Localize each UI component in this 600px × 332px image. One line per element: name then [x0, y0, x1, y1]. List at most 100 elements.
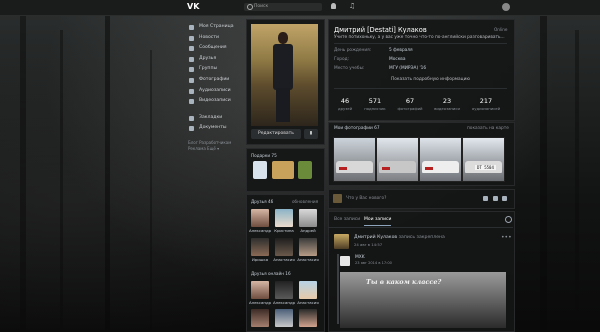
friend-avatar [275, 238, 293, 256]
camera-icon[interactable] [483, 196, 488, 201]
show-on-map-link[interactable]: показать на карте [467, 126, 509, 131]
groups-icon [189, 67, 194, 73]
repost-source-avatar[interactable] [340, 256, 350, 266]
stat-audios[interactable]: 217 аудиозаписей [471, 97, 501, 111]
profile-name: Дмитрий [Destati] Кулаков [334, 26, 427, 34]
post-date[interactable]: 24 авг в 14:57 [354, 242, 382, 247]
friend-avatar [275, 281, 293, 299]
music-attach-icon[interactable] [502, 196, 507, 201]
tab-all-posts[interactable]: Все записи [334, 217, 360, 222]
friend-avatar [251, 209, 269, 227]
search-placeholder: Поиск [254, 4, 269, 9]
sidebar-item-documents[interactable]: Документы [188, 123, 240, 134]
person-figure [271, 32, 295, 122]
friend-item[interactable]: Александр [249, 281, 271, 305]
friend-avatar [251, 238, 269, 256]
friend-avatar [275, 209, 293, 227]
stat-followers[interactable]: 571 подписчик [360, 97, 390, 111]
edit-profile-button[interactable]: Редактировать [251, 129, 301, 139]
post-pinned-label: запись закреплена [398, 235, 445, 240]
footer-links: Блог Разработчикам Реклама Ещё ▾ [188, 140, 240, 152]
divider [334, 88, 507, 89]
friends-online-title[interactable]: Друзья онлайн 16 [251, 271, 291, 276]
messages-icon [189, 46, 194, 52]
friend-item[interactable]: Анастасия [297, 281, 319, 305]
video-attach-icon[interactable] [493, 196, 498, 201]
friend-item[interactable] [297, 309, 319, 327]
repost-source-name[interactable]: MXK [355, 255, 365, 260]
notifications-icon[interactable] [331, 3, 336, 9]
friend-avatar [251, 281, 269, 299]
gift-bottle-icon[interactable] [298, 161, 312, 179]
friend-avatar [299, 309, 317, 327]
sidebar-item-music[interactable]: Аудиозаписи [188, 86, 240, 97]
friend-avatar [299, 209, 317, 227]
more-options-icon[interactable]: ••• [501, 234, 512, 241]
composer-placeholder[interactable]: Что у Вас нового? [346, 196, 386, 201]
sidebar-item-bookmarks[interactable]: Закладки [188, 113, 240, 124]
friend-avatar [251, 309, 269, 327]
tab-my-posts[interactable]: Мои записи [364, 217, 392, 226]
link-ads[interactable]: Реклама [188, 146, 206, 151]
video-icon [189, 99, 194, 105]
stat-friends[interactable]: 46 друзей [330, 97, 360, 111]
left-sidebar: Моя Страница Новости Сообщения Друзья Гр… [188, 22, 240, 152]
friend-item[interactable]: Александр [273, 281, 295, 305]
music-player-icon[interactable]: ♫ [349, 2, 355, 10]
link-more[interactable]: Ещё ▾ [207, 146, 219, 151]
sidebar-item-my-page[interactable]: Моя Страница [188, 22, 240, 33]
link-developers[interactable]: Разработчикам [199, 140, 231, 145]
link-blog[interactable]: Блог [188, 140, 198, 145]
divider [328, 227, 513, 228]
photo-thumbnail[interactable] [419, 137, 462, 182]
friend-item[interactable] [249, 309, 271, 327]
stat-photos[interactable]: 67 фотографий [395, 97, 425, 111]
sidebar-item-messages[interactable]: Сообщения [188, 43, 240, 54]
gifts-title[interactable]: Подарки 75 [251, 153, 277, 158]
friends-title[interactable]: Друзья 46 [251, 199, 273, 204]
gift-calendar-icon[interactable] [253, 161, 267, 179]
post-author-avatar[interactable] [334, 234, 349, 249]
sidebar-item-photos[interactable]: Фотографии [188, 75, 240, 86]
sidebar-item-groups[interactable]: Группы [188, 64, 240, 75]
stat-videos[interactable]: 23 видеозаписи [432, 97, 462, 111]
friend-item[interactable]: Анастасия [297, 238, 319, 262]
online-status: Online [494, 27, 508, 32]
sidebar-item-friends[interactable]: Друзья [188, 54, 240, 65]
search-input[interactable]: Поиск [244, 3, 322, 11]
friend-item[interactable]: Анастасия [273, 238, 295, 262]
stats-button[interactable]: ▮ [304, 129, 318, 139]
search-icon [247, 4, 253, 10]
music-icon [189, 88, 194, 94]
profile-status[interactable]: Учите потихоньку, а у вас уже точно что-… [334, 35, 505, 40]
vk-logo-icon[interactable]: VK [187, 2, 201, 12]
photo-thumbnail[interactable] [333, 137, 376, 182]
friends-icon [189, 56, 194, 62]
car-image [379, 161, 416, 173]
gift-dogs-icon[interactable] [272, 161, 294, 179]
photos-title[interactable]: Мои фотографии 67 [334, 126, 380, 131]
post-image[interactable]: Ты в каком классе? [340, 272, 506, 328]
friends-updates-link[interactable]: обновления [292, 199, 318, 204]
car-image [422, 161, 459, 173]
repost-date[interactable]: 23 авг 2014 в 17:00 [355, 261, 392, 265]
friend-item[interactable]: Андрей [297, 209, 319, 233]
post-author: Дмитрий Кулаков запись закреплена [354, 235, 445, 240]
car-image [336, 161, 373, 173]
show-more-info-link[interactable]: Показать подробную информацию [391, 77, 470, 82]
post-author-name[interactable]: Дмитрий Кулаков [354, 235, 397, 240]
photo-thumbnail[interactable]: DT 5504 [462, 137, 505, 182]
friend-avatar [275, 309, 293, 327]
car-image: DT 5504 [465, 161, 502, 173]
friend-item[interactable]: Александр [249, 209, 271, 233]
photo-thumbnail[interactable] [376, 137, 419, 182]
profile-photo[interactable] [251, 24, 318, 126]
wall-search-icon[interactable] [505, 216, 512, 223]
sidebar-item-news[interactable]: Новости [188, 33, 240, 44]
friend-item[interactable] [273, 309, 295, 327]
friend-item[interactable]: Иришка [249, 238, 271, 262]
user-avatar-icon[interactable] [502, 3, 510, 11]
friend-item[interactable]: Кристина [273, 209, 295, 233]
friend-avatar [299, 281, 317, 299]
sidebar-item-video[interactable]: Видеозаписи [188, 96, 240, 107]
